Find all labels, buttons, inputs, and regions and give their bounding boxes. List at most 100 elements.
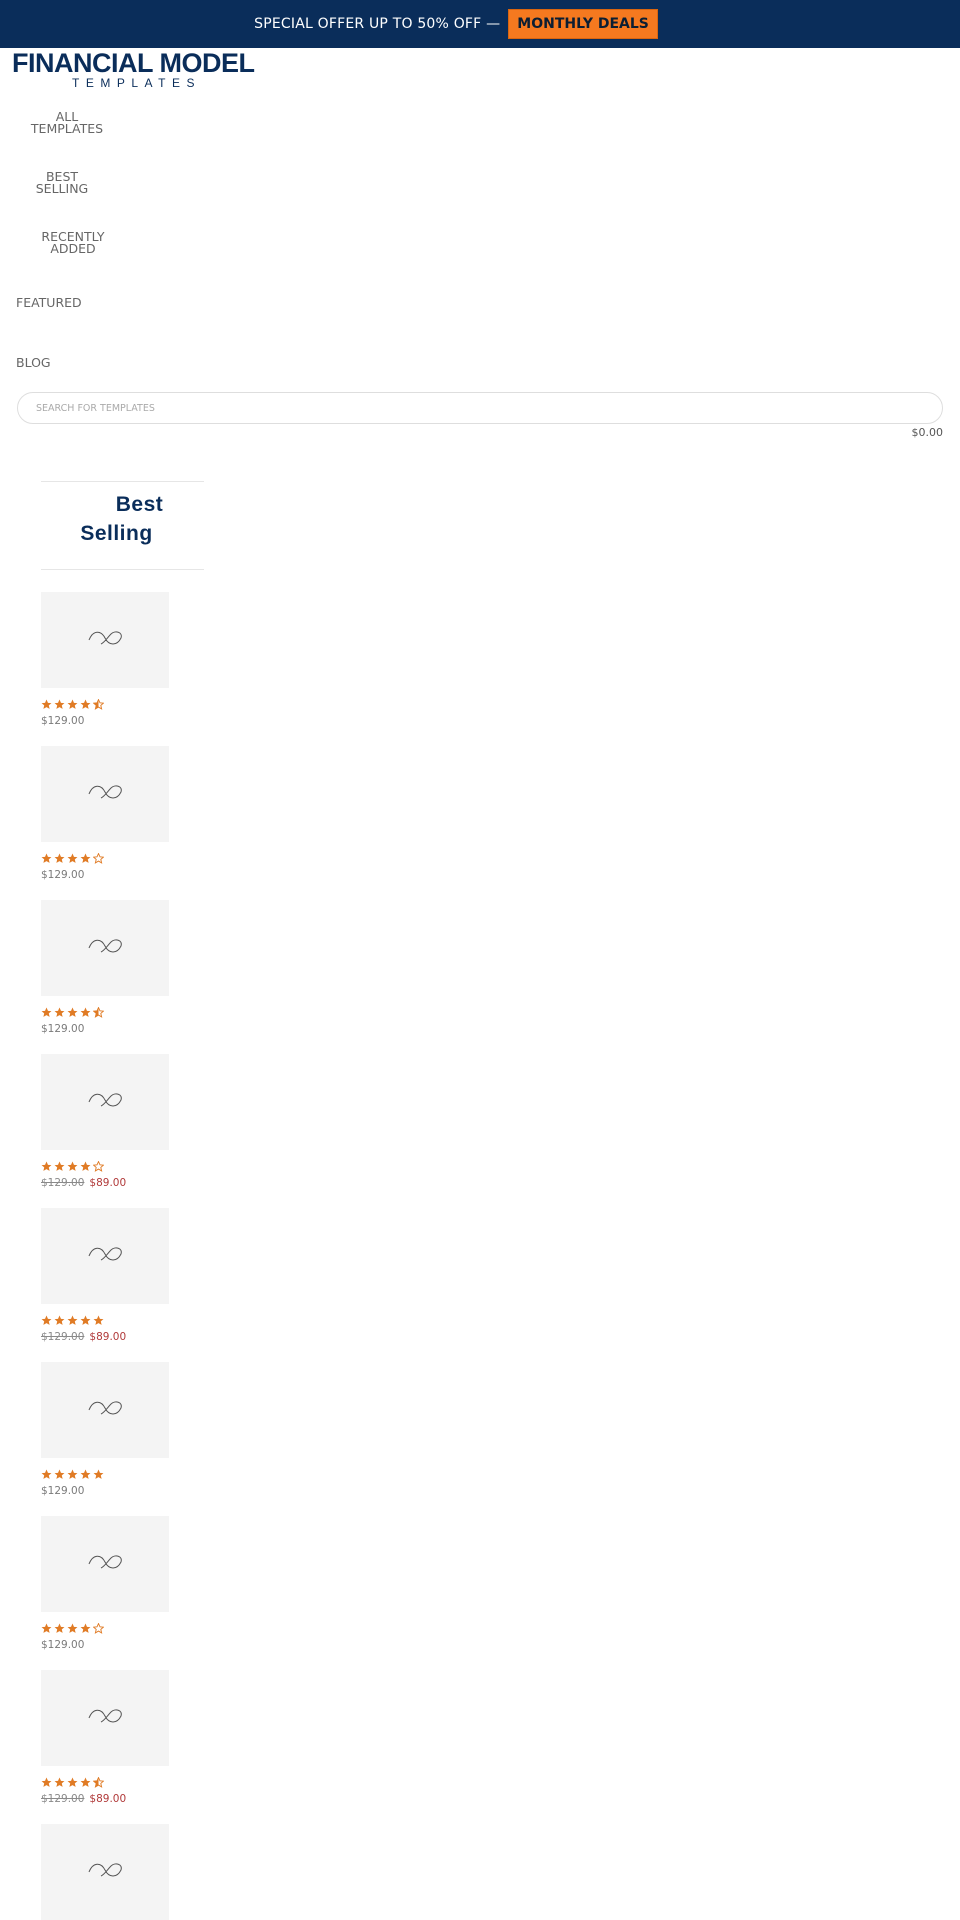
star-filled-icon bbox=[41, 699, 52, 709]
product-item: $129.00 bbox=[41, 900, 169, 1035]
product-thumbnail[interactable] bbox=[41, 592, 169, 688]
product-price: $129.00 $89.00 bbox=[41, 1331, 169, 1343]
star-filled-icon bbox=[54, 1777, 65, 1787]
star-filled-icon bbox=[41, 1469, 52, 1479]
product-thumbnail[interactable] bbox=[41, 1362, 169, 1458]
star-filled-icon bbox=[80, 1315, 91, 1325]
star-filled-icon bbox=[41, 1623, 52, 1633]
regular-price: $129.00 bbox=[41, 1485, 85, 1497]
loading-icon bbox=[87, 936, 123, 960]
product-item bbox=[41, 1824, 169, 1920]
nav-best-selling[interactable]: BEST SELLING bbox=[30, 170, 94, 196]
product-item: $129.00 $89.00 bbox=[41, 1054, 169, 1189]
product-item: $129.00 $89.00 bbox=[41, 1670, 169, 1805]
promo-text: SPECIAL OFFER UP TO 50% OFF — bbox=[254, 16, 501, 32]
original-price: $129.00 bbox=[41, 1177, 85, 1189]
star-rating bbox=[41, 1623, 169, 1637]
nav-featured[interactable]: FEATURED bbox=[16, 296, 82, 309]
widget-title-line1: Best bbox=[115, 493, 164, 516]
product-item: $129.00 bbox=[41, 1362, 169, 1497]
star-half-icon bbox=[93, 1777, 104, 1788]
nav-blog[interactable]: BLOG bbox=[16, 356, 51, 369]
star-filled-icon bbox=[80, 1469, 91, 1479]
star-filled-icon bbox=[80, 853, 91, 863]
star-half-icon bbox=[93, 1007, 104, 1018]
star-filled-icon bbox=[67, 1315, 78, 1325]
regular-price: $129.00 bbox=[41, 1023, 85, 1035]
star-filled-icon bbox=[80, 1623, 91, 1633]
product-thumbnail[interactable] bbox=[41, 1054, 169, 1150]
original-price: $129.00 bbox=[41, 1331, 85, 1343]
star-filled-icon bbox=[41, 1007, 52, 1017]
product-item: $129.00 bbox=[41, 1516, 169, 1651]
product-price: $129.00 bbox=[41, 715, 169, 727]
star-empty-icon bbox=[93, 853, 104, 864]
star-filled-icon bbox=[93, 1315, 104, 1325]
star-filled-icon bbox=[93, 1469, 104, 1479]
star-filled-icon bbox=[41, 853, 52, 863]
product-price: $129.00 bbox=[41, 1485, 169, 1497]
logo-sub-text: TEMPLATES bbox=[72, 76, 201, 90]
product-price: $129.00 bbox=[41, 869, 169, 881]
star-filled-icon bbox=[67, 1623, 78, 1633]
product-thumbnail[interactable] bbox=[41, 1824, 169, 1920]
site-logo[interactable]: FINANCIAL MODEL TEMPLATES bbox=[12, 50, 260, 90]
star-rating bbox=[41, 1315, 169, 1329]
star-filled-icon bbox=[54, 699, 65, 709]
product-thumbnail[interactable] bbox=[41, 900, 169, 996]
product-thumbnail[interactable] bbox=[41, 1670, 169, 1766]
star-half-icon bbox=[93, 699, 104, 710]
regular-price: $129.00 bbox=[41, 1639, 85, 1651]
product-price: $129.00 $89.00 bbox=[41, 1793, 169, 1805]
star-empty-icon bbox=[93, 1623, 104, 1634]
promo-content: SPECIAL OFFER UP TO 50% OFF — MONTHLY DE… bbox=[254, 9, 658, 39]
star-filled-icon bbox=[67, 1777, 78, 1787]
product-price: $129.00 bbox=[41, 1023, 169, 1035]
nav-all-templates[interactable]: ALL TEMPLATES bbox=[28, 110, 106, 136]
star-rating bbox=[41, 853, 169, 867]
original-price: $129.00 bbox=[41, 1793, 85, 1805]
product-thumbnail[interactable] bbox=[41, 1516, 169, 1612]
star-filled-icon bbox=[80, 1007, 91, 1017]
search-bar bbox=[17, 392, 943, 424]
star-empty-icon bbox=[93, 1161, 104, 1172]
star-rating bbox=[41, 1469, 169, 1483]
star-filled-icon bbox=[67, 1007, 78, 1017]
monthly-deals-button[interactable]: MONTHLY DEALS bbox=[508, 9, 658, 39]
loading-icon bbox=[87, 1244, 123, 1268]
widget-divider-top bbox=[41, 481, 204, 482]
star-filled-icon bbox=[54, 853, 65, 863]
star-filled-icon bbox=[54, 1315, 65, 1325]
star-filled-icon bbox=[80, 699, 91, 709]
regular-price: $129.00 bbox=[41, 869, 85, 881]
star-filled-icon bbox=[54, 1469, 65, 1479]
logo-main-text: FINANCIAL MODEL bbox=[12, 48, 255, 78]
star-filled-icon bbox=[41, 1315, 52, 1325]
product-thumbnail[interactable] bbox=[41, 746, 169, 842]
star-filled-icon bbox=[54, 1007, 65, 1017]
nav-best-selling-line2: SELLING bbox=[35, 181, 89, 196]
widget-title: Best Selling bbox=[41, 490, 204, 548]
nav-all-templates-line2: TEMPLATES bbox=[30, 121, 104, 136]
widget-divider-bottom bbox=[41, 569, 204, 570]
sale-price: $89.00 bbox=[89, 1177, 127, 1189]
loading-icon bbox=[87, 1552, 123, 1576]
product-item: $129.00 bbox=[41, 746, 169, 881]
loading-icon bbox=[87, 1860, 123, 1884]
star-filled-icon bbox=[41, 1161, 52, 1171]
star-rating bbox=[41, 699, 169, 713]
search-input[interactable] bbox=[34, 393, 918, 423]
star-rating bbox=[41, 1161, 169, 1175]
product-price: $129.00 $89.00 bbox=[41, 1177, 169, 1189]
cart-total[interactable]: $0.00 bbox=[912, 426, 944, 439]
nav-recently-added[interactable]: RECENTLY ADDED bbox=[36, 230, 110, 256]
loading-icon bbox=[87, 1090, 123, 1114]
star-filled-icon bbox=[80, 1161, 91, 1171]
product-item: $129.00 $89.00 bbox=[41, 1208, 169, 1343]
nav-recently-added-line2: ADDED bbox=[50, 241, 96, 256]
star-filled-icon bbox=[67, 699, 78, 709]
loading-icon bbox=[87, 1706, 123, 1730]
sale-price: $89.00 bbox=[89, 1331, 127, 1343]
product-thumbnail[interactable] bbox=[41, 1208, 169, 1304]
star-rating bbox=[41, 1777, 169, 1791]
